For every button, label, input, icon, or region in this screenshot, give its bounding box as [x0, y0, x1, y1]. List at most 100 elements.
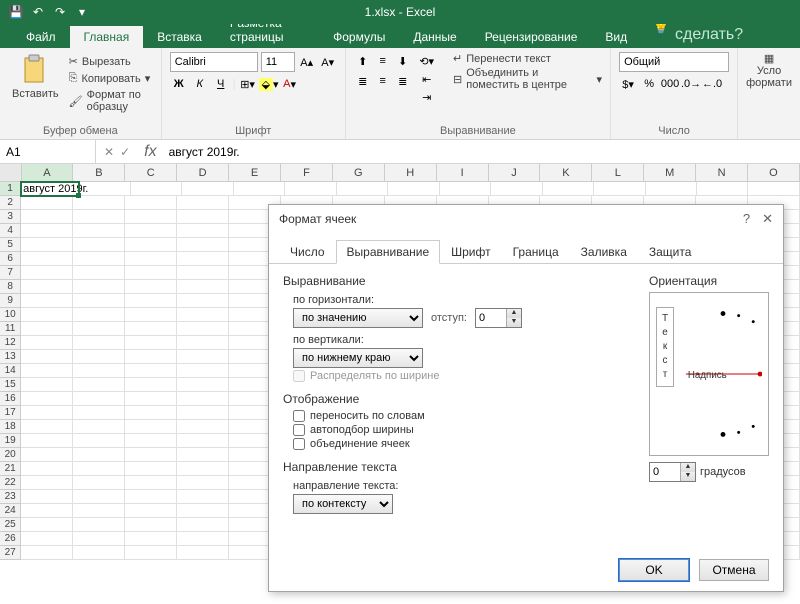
cell[interactable]	[646, 182, 697, 196]
cell[interactable]	[21, 476, 73, 490]
cell[interactable]	[177, 308, 229, 322]
row-header[interactable]: 13	[0, 350, 21, 364]
shrink-checkbox[interactable]	[293, 424, 305, 436]
row-header[interactable]: 2	[0, 196, 21, 210]
cell[interactable]	[125, 448, 177, 462]
underline-button[interactable]: Ч	[212, 75, 230, 93]
cell[interactable]	[73, 210, 125, 224]
row-header[interactable]: 8	[0, 280, 21, 294]
cell[interactable]	[177, 378, 229, 392]
cell[interactable]	[73, 476, 125, 490]
cell[interactable]	[177, 392, 229, 406]
cancel-formula-icon[interactable]: ✕	[104, 145, 114, 159]
cell[interactable]	[73, 546, 125, 560]
cell[interactable]	[125, 322, 177, 336]
cell[interactable]	[73, 196, 125, 210]
cell[interactable]	[73, 224, 125, 238]
cell[interactable]	[73, 266, 125, 280]
row-header[interactable]: 25	[0, 518, 21, 532]
cell[interactable]	[177, 420, 229, 434]
cell[interactable]	[234, 182, 285, 196]
cell[interactable]	[125, 476, 177, 490]
row-header[interactable]: 22	[0, 476, 21, 490]
help-icon[interactable]: ?	[743, 211, 750, 227]
cell[interactable]	[21, 224, 73, 238]
cell[interactable]	[543, 182, 594, 196]
col-header-H[interactable]: H	[385, 164, 437, 181]
cell[interactable]	[21, 266, 73, 280]
cell[interactable]	[697, 182, 748, 196]
cell[interactable]	[125, 504, 177, 518]
close-icon[interactable]: ✕	[762, 211, 773, 227]
cell[interactable]	[177, 280, 229, 294]
orientation-control[interactable]: Текст	[649, 292, 769, 456]
decrease-font-button[interactable]: A▾	[319, 53, 337, 71]
cell[interactable]	[21, 420, 73, 434]
row-header[interactable]: 26	[0, 532, 21, 546]
dlg-tab-alignment[interactable]: Выравнивание	[336, 240, 441, 264]
direction-combo[interactable]: по контексту	[293, 494, 393, 514]
select-all-corner[interactable]	[0, 164, 22, 181]
row-header[interactable]: 6	[0, 252, 21, 266]
cell[interactable]	[21, 308, 73, 322]
cell[interactable]	[125, 294, 177, 308]
format-painter-button[interactable]: 🖌Формат по образцу	[67, 88, 153, 114]
col-header-B[interactable]: B	[73, 164, 125, 181]
number-format-combo[interactable]	[619, 52, 729, 72]
row-header[interactable]: 23	[0, 490, 21, 504]
cell[interactable]	[125, 532, 177, 546]
col-header-K[interactable]: K	[540, 164, 592, 181]
cell[interactable]	[73, 434, 125, 448]
row-header[interactable]: 1	[0, 182, 21, 196]
degrees-value[interactable]	[650, 463, 680, 481]
borders-button[interactable]: ⊞▾	[239, 75, 257, 93]
cell[interactable]	[125, 224, 177, 238]
align-center-button[interactable]: ≡	[374, 72, 392, 90]
cell[interactable]	[21, 532, 73, 546]
spin-down-icon[interactable]: ▼	[681, 472, 695, 481]
dlg-tab-border[interactable]: Граница	[502, 240, 570, 264]
cell[interactable]	[125, 336, 177, 350]
cell[interactable]	[285, 182, 336, 196]
fx-icon[interactable]: fx	[138, 143, 162, 161]
increase-indent-button[interactable]: ⇥	[418, 88, 436, 106]
cell[interactable]	[21, 490, 73, 504]
cell[interactable]	[125, 238, 177, 252]
tab-insert[interactable]: Вставка	[143, 26, 216, 48]
percent-button[interactable]: %	[640, 75, 658, 93]
cut-button[interactable]: ✂Вырезать	[67, 54, 153, 69]
cell[interactable]	[125, 210, 177, 224]
increase-font-button[interactable]: A▴	[298, 53, 316, 71]
cancel-button[interactable]: Отмена	[699, 559, 769, 581]
cell[interactable]	[125, 364, 177, 378]
cell[interactable]	[73, 322, 125, 336]
row-header[interactable]: 12	[0, 336, 21, 350]
name-box[interactable]: A1	[0, 140, 96, 163]
col-header-M[interactable]: M	[644, 164, 696, 181]
cell[interactable]: август 2019г.	[21, 182, 79, 196]
orientation-vertical-text[interactable]: Текст	[656, 307, 674, 387]
cell[interactable]	[21, 350, 73, 364]
decrease-decimal-button[interactable]: ←.0	[703, 75, 721, 93]
cell[interactable]	[177, 364, 229, 378]
cell[interactable]	[177, 434, 229, 448]
cell[interactable]	[594, 182, 645, 196]
cell[interactable]	[125, 266, 177, 280]
cell[interactable]	[21, 280, 73, 294]
cell[interactable]	[177, 294, 229, 308]
qat-customize-icon[interactable]: ▾	[74, 4, 90, 20]
cell[interactable]	[177, 406, 229, 420]
cell[interactable]	[21, 238, 73, 252]
formula-input[interactable]	[163, 145, 800, 159]
cell[interactable]	[125, 308, 177, 322]
tab-data[interactable]: Данные	[399, 26, 470, 48]
cell[interactable]	[21, 448, 73, 462]
cell[interactable]	[125, 518, 177, 532]
cell[interactable]	[177, 350, 229, 364]
cell[interactable]	[125, 434, 177, 448]
increase-decimal-button[interactable]: .0→	[682, 75, 700, 93]
cell[interactable]	[177, 490, 229, 504]
cell[interactable]	[748, 182, 799, 196]
vertical-combo[interactable]: по нижнему краю	[293, 348, 423, 368]
row-header[interactable]: 15	[0, 378, 21, 392]
